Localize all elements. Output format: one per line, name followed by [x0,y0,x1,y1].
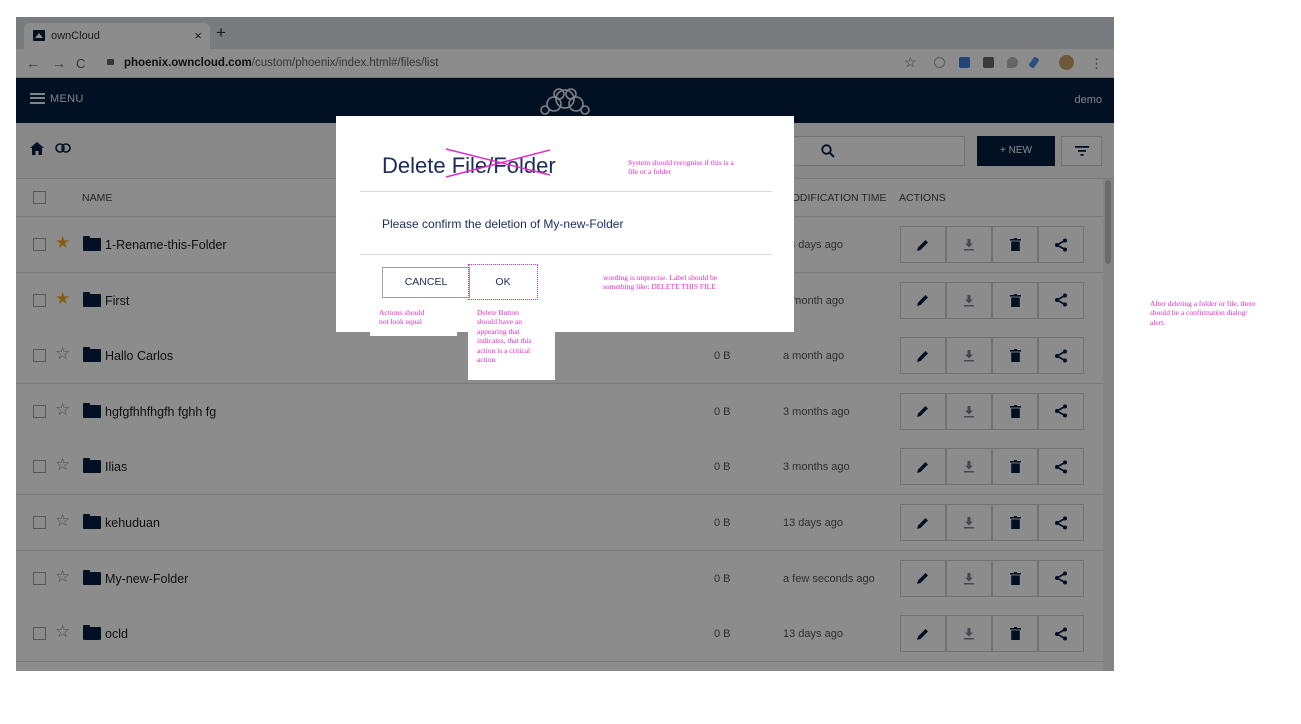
dialog-message: Please confirm the deletion of My-new-Fo… [382,217,624,231]
annotation-line: not look equal [379,317,422,327]
annotation-line: file or a folder [628,167,672,177]
dialog-title: Delete File/Folder [382,148,556,179]
dialog-title-struck: File/Folder [445,148,556,179]
cancel-button[interactable]: CANCEL [382,267,470,298]
strike-through-mark [445,148,550,178]
annotation-line: indicates, that this [477,336,532,346]
annotation-system-recognise: System should recognise if this is a fil… [628,158,734,177]
annotation-actions-equal: Actions should not look equal [379,308,424,327]
delete-dialog: Delete File/Folder Please confirm the de… [336,116,794,332]
annotation-wording: wording is unprecise. Label should be so… [603,273,717,292]
annotation-line: should be a confirmation dialog/ [1150,308,1248,318]
annotation-line: appearing that [477,326,520,336]
annotation-line: After deleting a folder or file, there [1150,299,1256,308]
annotation-line: should have an [477,317,522,327]
annotation-delete-button: Delete Button should have an appearing t… [477,308,531,364]
annotation-line: action [477,355,496,365]
annotation-line: wording is unprecise. Label should be [603,273,718,282]
annotation-line: Actions should [379,308,425,317]
stage: ownCloud × + ← → C phoenix.owncloud.com/… [0,0,1301,724]
dialog-title-prefix: Delete [382,153,452,178]
annotation-line: System should recognise if this is a [628,158,734,167]
annotation-line: action is a critical [477,345,531,355]
annotation-line: alert. [1150,317,1166,327]
annotation-confirmation: After deleting a folder or file, there s… [1150,299,1256,327]
dialog-divider [360,254,772,255]
ok-button-highlight [468,264,538,300]
annotation-line: Delete Button [477,308,519,317]
annotation-line: something like: DELETE THIS FILE [603,282,716,292]
dialog-divider [360,191,772,192]
